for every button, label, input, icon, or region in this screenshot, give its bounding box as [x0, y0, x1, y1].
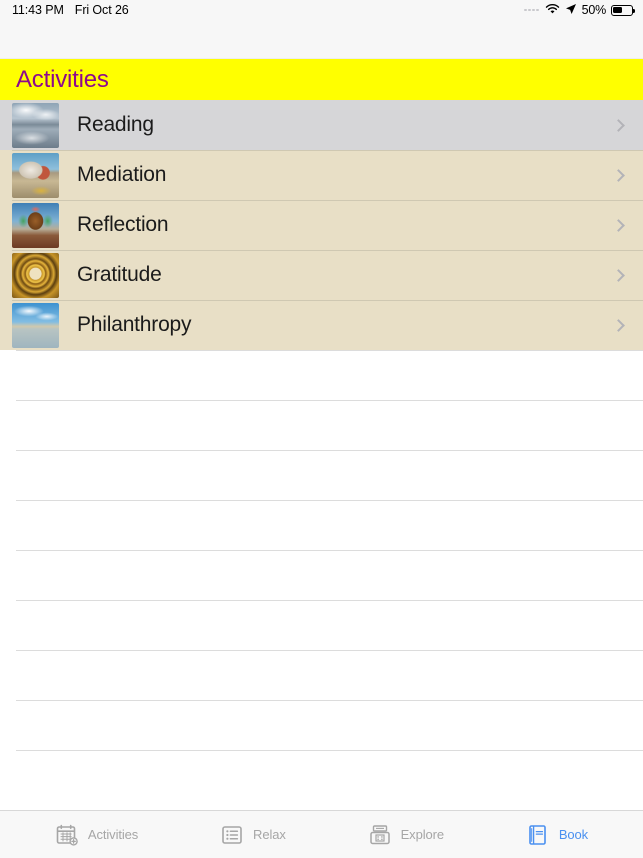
list-item[interactable]: Philanthropy	[0, 300, 643, 350]
row-separator	[16, 750, 643, 751]
row-separator	[16, 700, 643, 701]
chevron-right-icon	[612, 118, 625, 132]
status-date: Fri Oct 26	[74, 3, 129, 17]
signal-dots-icon	[524, 8, 539, 12]
status-bar-gap	[0, 20, 643, 59]
battery-percent-label: 50%	[581, 3, 607, 17]
row-separator	[16, 450, 643, 451]
row-separator	[16, 400, 643, 401]
list-item-label: Reflection	[77, 213, 169, 236]
row-separator	[16, 350, 643, 351]
list-item-label: Mediation	[77, 163, 167, 186]
list-item[interactable]: Reflection	[0, 200, 643, 250]
calendar-add-icon	[55, 823, 79, 847]
status-bar-right: 50%	[524, 3, 636, 18]
tab-label: Relax	[253, 827, 286, 842]
list-item-label: Reading	[77, 113, 154, 136]
tab-relax[interactable]: Relax	[220, 823, 286, 847]
activities-list: Reading Mediation Reflection Gratitude P…	[0, 100, 643, 350]
shore-camp-thumbnail	[12, 152, 59, 198]
list-item-label: Gratitude	[77, 263, 162, 286]
scanner-box-icon	[368, 823, 392, 847]
status-time: 11:43 PM	[12, 3, 64, 17]
status-bar: 11:43 PM Fri Oct 26 50%	[0, 0, 643, 20]
battery-icon	[611, 4, 636, 16]
section-header: Activities	[0, 59, 643, 100]
list-item[interactable]: Gratitude	[0, 250, 643, 300]
tab-label: Book	[558, 827, 589, 842]
tab-label: Activities	[87, 827, 139, 842]
row-separator	[16, 500, 643, 501]
book-icon	[526, 823, 550, 847]
tab-explore[interactable]: Explore	[368, 823, 444, 847]
tab-activities[interactable]: Activities	[55, 823, 138, 847]
chevron-right-icon	[612, 268, 625, 282]
tab-book[interactable]: Book	[526, 823, 588, 847]
ornate-urn-thumbnail	[12, 202, 59, 248]
chevron-right-icon	[612, 218, 625, 232]
wifi-icon	[545, 3, 560, 18]
app-screen: 11:43 PM Fri Oct 26 50% Activities Readi…	[0, 0, 643, 858]
list-item-label: Philanthropy	[77, 313, 192, 336]
list-bullet-icon	[220, 823, 244, 847]
sky-water-thumbnail	[12, 302, 59, 348]
list-item[interactable]: Reading	[0, 100, 643, 150]
page-title: Activities	[16, 65, 109, 93]
row-separator	[16, 550, 643, 551]
status-bar-left: 11:43 PM Fri Oct 26	[12, 3, 129, 17]
location-arrow-icon	[565, 3, 577, 18]
list-item[interactable]: Mediation	[0, 150, 643, 200]
tab-bar: Activities Relax Explore Book	[0, 810, 643, 858]
empty-rows-area[interactable]	[0, 350, 643, 810]
tab-label: Explore	[400, 827, 444, 842]
golden-mandala-thumbnail	[12, 252, 59, 298]
row-separator	[16, 600, 643, 601]
chevron-right-icon	[612, 168, 625, 182]
row-separator	[16, 650, 643, 651]
chevron-right-icon	[612, 318, 625, 332]
lake-reflection-thumbnail	[12, 102, 59, 148]
